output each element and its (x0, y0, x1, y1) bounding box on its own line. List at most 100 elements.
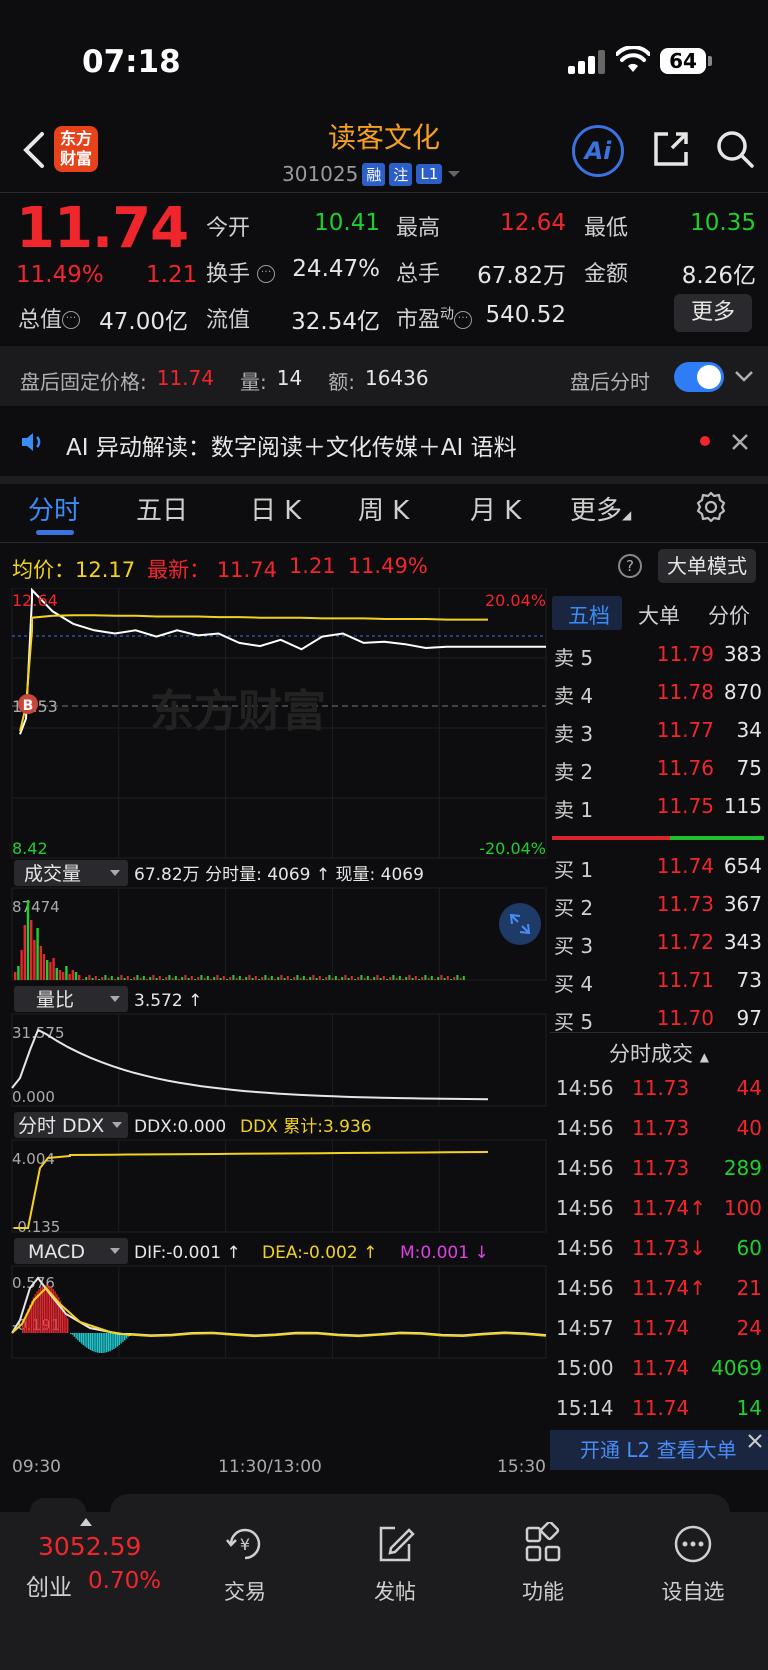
stock-code-row[interactable]: 301025 融 注 L1 (282, 160, 462, 188)
ddx-sum-legend: DDX 累计:3.936 (240, 1117, 372, 1137)
nav-trade[interactable]: ¥ 交易 (200, 1522, 290, 1606)
ask-row[interactable]: 卖 1 11.75 115 (554, 788, 762, 824)
volume-bar (98, 979, 100, 980)
gear-icon[interactable] (694, 490, 728, 524)
speaker-icon (22, 433, 41, 451)
volume-bar (344, 975, 347, 980)
macd-bar (71, 1333, 74, 1335)
volume-bar (357, 977, 360, 980)
volume-ytick: 87474 (12, 898, 60, 916)
big-order-mode-button[interactable]: 大单模式 (658, 549, 756, 583)
intraday-charts[interactable]: 东方财富 12.64 10.53 8.42 20.04% -20.04% B 成… (0, 588, 550, 1478)
mcap-label: 总值 ··· (18, 302, 81, 334)
bid-row[interactable]: 买 3 11.72 343 (554, 924, 762, 960)
nav-add-watchlist[interactable]: 设自选 (648, 1522, 738, 1606)
comment-input[interactable] (110, 1494, 730, 1512)
ddx-line (14, 1151, 489, 1229)
volume-bar (456, 975, 459, 980)
float-value: 32.54亿 (291, 309, 380, 335)
macd-bar (98, 1333, 101, 1353)
trade-volume: 40 (736, 1116, 762, 1140)
close-icon[interactable] (746, 1432, 764, 1450)
trade-row: 14:56 11.73 289 (556, 1150, 762, 1190)
ob-volume: 75 (736, 756, 762, 780)
macd-dea-legend: DEA:-0.002 ↑ (262, 1243, 377, 1263)
volume-bar (39, 946, 42, 980)
wifi-icon (616, 46, 650, 72)
bid-row[interactable]: 买 2 11.73 367 (554, 886, 762, 922)
tab-daily-k[interactable]: 日 K (250, 490, 301, 527)
ask-row[interactable]: 卖 3 11.77 34 (554, 712, 762, 748)
help-icon[interactable]: ? (618, 554, 642, 578)
trade-row: 15:14 11.74 14 (556, 1390, 762, 1430)
tab-five-day[interactable]: 五日 (136, 490, 188, 527)
bid-row[interactable]: 买 1 11.74 654 (554, 848, 762, 884)
volume-bar (58, 970, 62, 980)
more-button[interactable]: 更多 (674, 294, 752, 332)
after-hours-label: 盘后固定价格: (20, 370, 147, 394)
bid-row[interactable]: 买 4 11.71 73 (554, 962, 762, 998)
volume-bar (78, 975, 81, 980)
trade-row: 14:56 11.73 44 (556, 1070, 762, 1110)
ob-price: 11.75 (656, 794, 714, 818)
after-hours-toggle[interactable] (674, 362, 724, 392)
tag-level1: L1 (416, 164, 443, 184)
nav-functions-label: 功能 (522, 1580, 564, 1604)
l2-upgrade-banner[interactable]: 开通 L2 查看大单 (550, 1430, 768, 1470)
nav-post[interactable]: 发帖 (350, 1522, 440, 1606)
tab-weekly-k[interactable]: 周 K (358, 490, 409, 527)
tab-big-orders[interactable]: 大单 (638, 600, 680, 630)
volume-bar (213, 977, 216, 980)
ask-row[interactable]: 卖 5 11.79 383 (554, 636, 762, 672)
expand-chart-button[interactable] (499, 903, 541, 945)
svg-text:¥: ¥ (240, 1535, 250, 1554)
comment-bar (0, 1486, 768, 1512)
volume-bar (293, 977, 296, 980)
trade-volume: 14 (736, 1396, 762, 1420)
index-value[interactable]: 3052.59 (38, 1532, 141, 1561)
tab-monthly-k[interactable]: 月 K (470, 490, 521, 527)
cellular-signal-icon (568, 50, 605, 74)
volume-bar (280, 975, 283, 980)
volume-bar (306, 979, 308, 980)
macd-bar (88, 1333, 90, 1349)
volume-bar (200, 975, 203, 980)
trade-price: 11.73 (632, 1156, 690, 1180)
chevron-down-icon[interactable] (734, 366, 754, 386)
bid-row[interactable]: 买 5 11.70 97 (554, 1000, 762, 1036)
ask-row[interactable]: 卖 2 11.76 75 (554, 750, 762, 786)
tab-more[interactable]: 更多◢ (570, 490, 631, 527)
ratio-ytick-bottom: 0.000 (12, 1088, 55, 1106)
tab-price-dist[interactable]: 分价 (708, 600, 750, 630)
tab-intraday[interactable]: 分时 (28, 490, 80, 527)
ai-assistant-button[interactable]: Ai (572, 125, 624, 177)
orderbook-tabs: 五档 大单 分价 (550, 596, 768, 636)
trade-price: 11.74↑ (632, 1276, 707, 1300)
macd-bar (80, 1333, 83, 1344)
volume-bar (315, 978, 318, 980)
volume-bar (187, 978, 190, 980)
volume-bar (232, 975, 235, 980)
volume-bar (302, 976, 305, 980)
tab-five-level[interactable]: 五档 (568, 600, 610, 630)
volume-bar (23, 925, 26, 980)
volume-bar (171, 978, 174, 980)
search-icon[interactable] (714, 128, 756, 170)
ob-label: 卖 5 (554, 646, 594, 670)
macd-bar (115, 1333, 117, 1348)
ask-row[interactable]: 卖 4 11.78 870 (554, 674, 762, 710)
macd-bar (84, 1333, 86, 1347)
volume-bar (14, 972, 17, 980)
ob-label: 卖 2 (554, 760, 594, 784)
volume-bar (443, 978, 446, 980)
trade-row: 15:00 11.74 4069 (556, 1350, 762, 1390)
close-icon[interactable] (730, 432, 750, 452)
trade-price: 11.74 (632, 1356, 690, 1380)
volume-bar (341, 977, 344, 980)
trades-title[interactable]: 分时成交 ▲ (550, 1038, 768, 1068)
volume-bar (152, 975, 155, 980)
trade-row: 14:57 11.74 24 (556, 1310, 762, 1350)
share-icon[interactable] (650, 128, 692, 170)
volume-bar (411, 978, 414, 980)
nav-functions[interactable]: 功能 (498, 1522, 588, 1606)
